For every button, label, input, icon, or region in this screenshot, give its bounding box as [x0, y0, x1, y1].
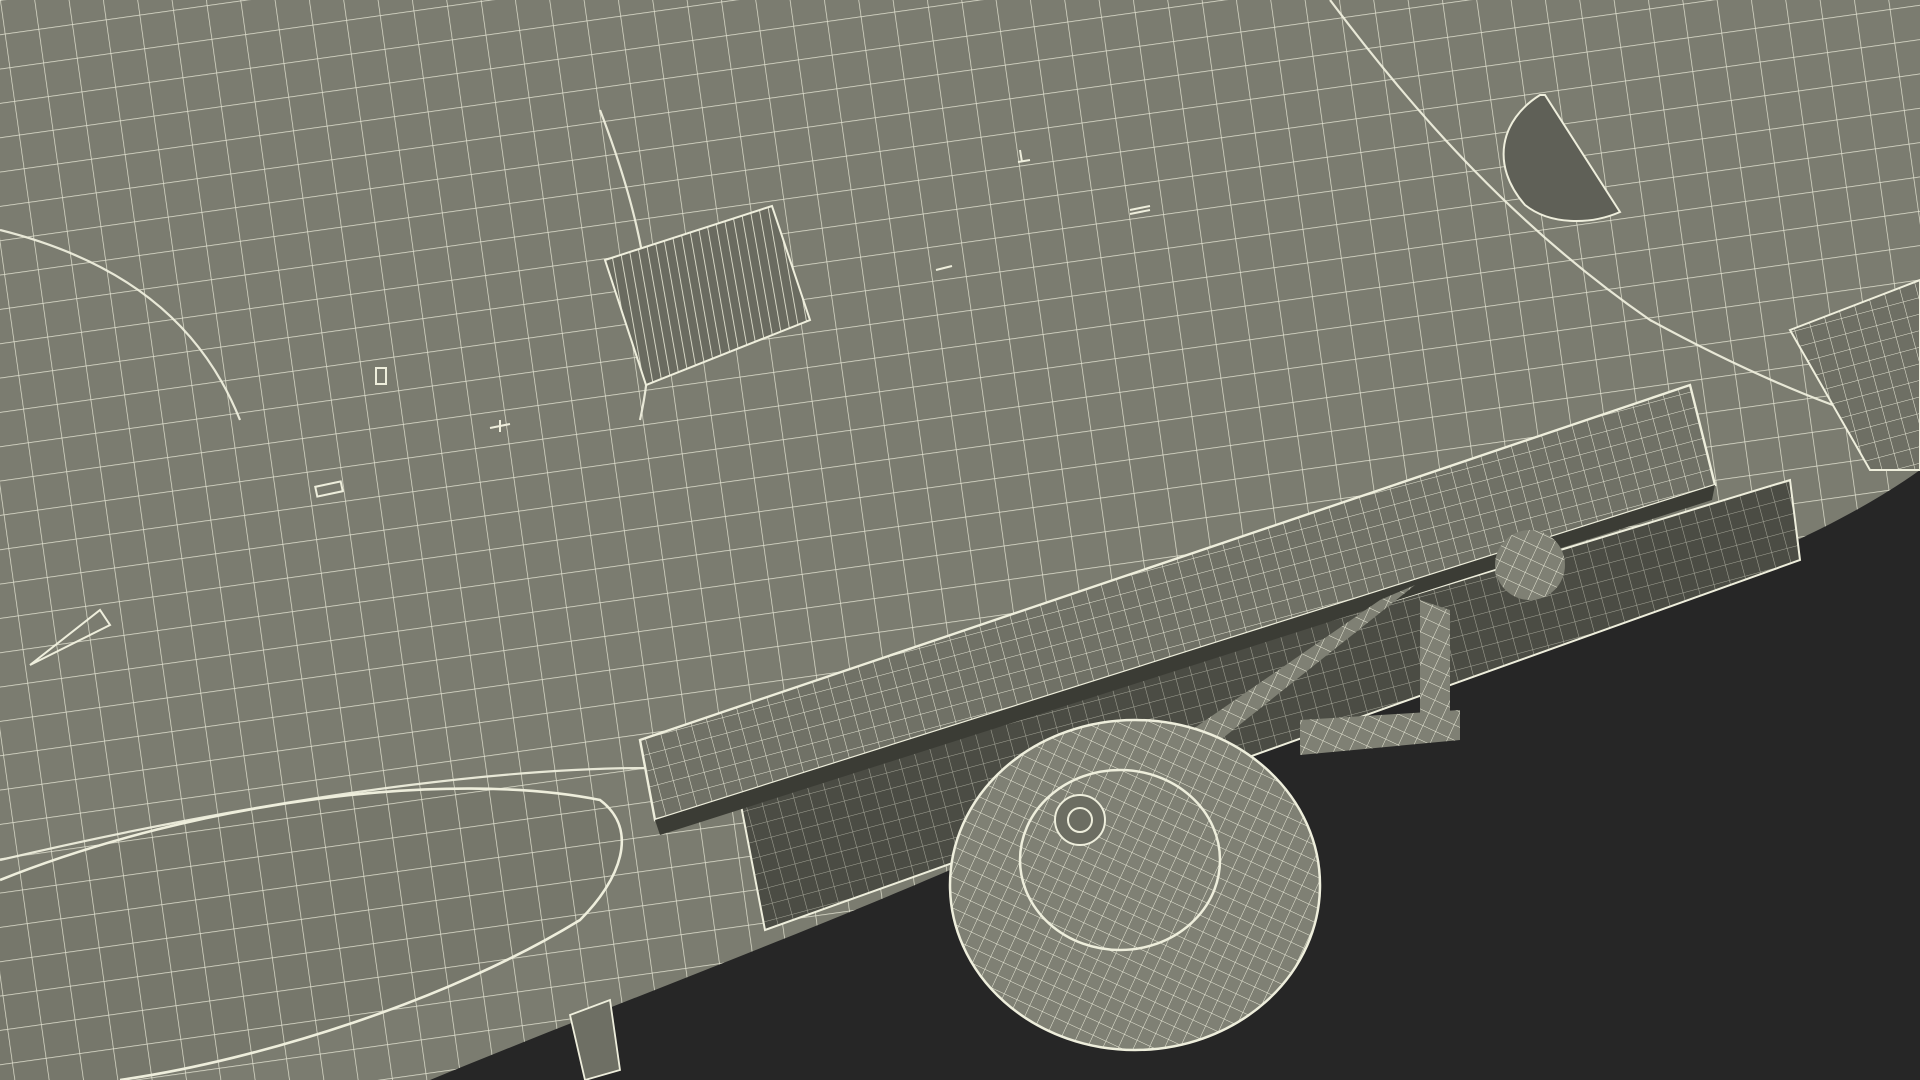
wireframe-render	[0, 0, 1920, 1080]
landing-wheel	[948, 718, 1322, 1052]
render-viewport	[0, 0, 1920, 1080]
